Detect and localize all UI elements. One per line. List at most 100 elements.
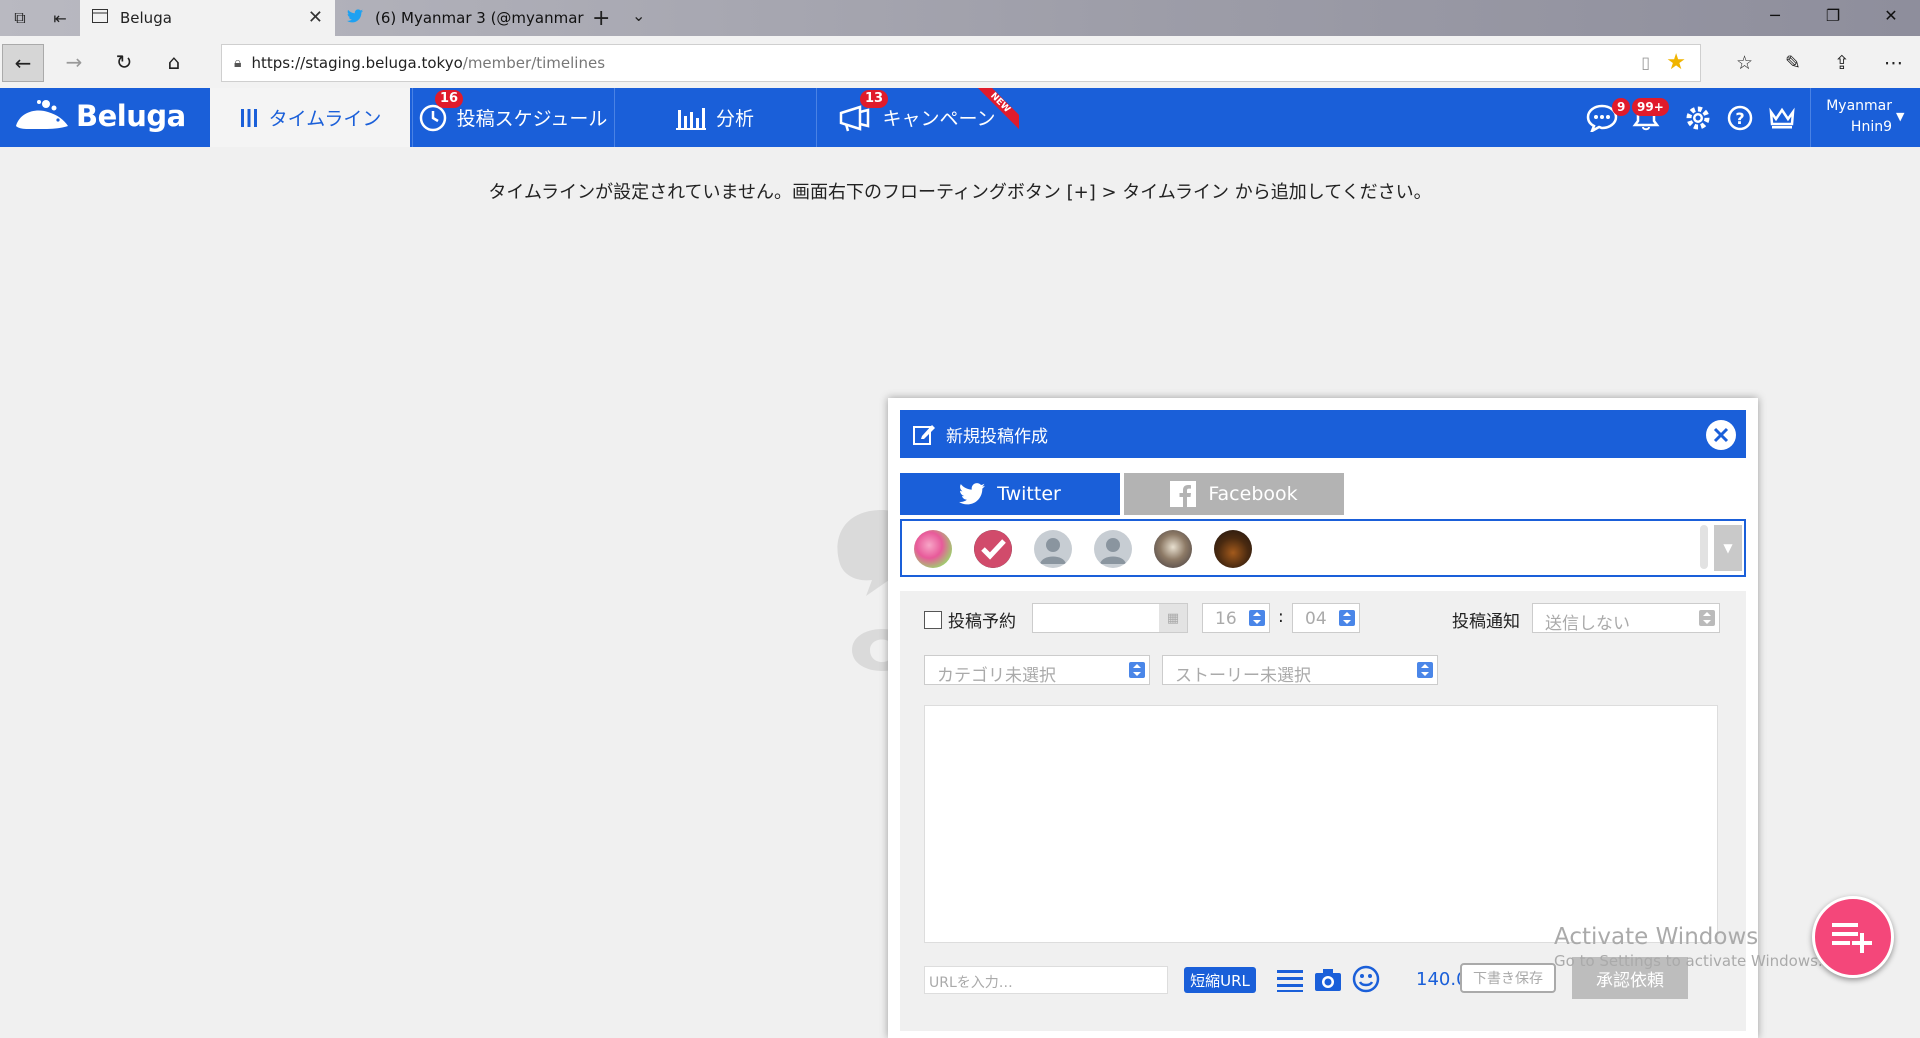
schedule-badge: 16 [435, 90, 464, 108]
account-selector[interactable]: ▼ [900, 519, 1746, 577]
nav-analytics-label: 分析 [715, 108, 754, 130]
more-icon[interactable]: ⋯ [1884, 52, 1903, 74]
post-body-textarea[interactable] [924, 705, 1718, 943]
notify-label: 投稿通知 [1452, 612, 1520, 632]
gear-icon[interactable] [1684, 104, 1712, 132]
share-icon[interactable]: ⇪ [1834, 52, 1850, 74]
nav-timeline[interactable]: タイムライン [210, 88, 410, 147]
url-path: /member/timelines [462, 54, 606, 72]
category-select[interactable]: カテゴリ未選択 [924, 655, 1150, 686]
refresh-icon[interactable]: ↻ [104, 44, 144, 80]
avatar[interactable] [1214, 530, 1252, 568]
beluga-whale-icon [16, 100, 68, 129]
reading-view-icon[interactable]: ▯ [1641, 53, 1650, 72]
tab-title: Beluga [120, 9, 172, 27]
nav-analytics[interactable]: 分析 [615, 88, 815, 147]
twitter-icon [959, 483, 986, 505]
hour-value: 16 [1215, 609, 1237, 629]
story-placeholder: ストーリー未選択 [1175, 666, 1311, 686]
twitter-icon [347, 9, 363, 27]
caret-down-icon[interactable]: ▼ [1896, 110, 1904, 123]
close-tab-icon[interactable]: ✕ [308, 7, 323, 28]
user-name: Myanmar [1826, 98, 1892, 114]
address-bar[interactable]: 🔒︎ https://staging.beluga.tokyo/member/t… [221, 44, 1701, 82]
browser-tab-beluga[interactable]: Beluga ✕ [80, 0, 335, 36]
chevron-down-icon[interactable]: ⌄ [632, 6, 645, 25]
activate-title: Activate Windows [1554, 924, 1759, 950]
favorite-star-icon[interactable]: ★ [1666, 50, 1686, 75]
category-placeholder: カテゴリ未選択 [937, 666, 1056, 686]
new-tab-icon[interactable]: + [592, 6, 610, 31]
spinner-icon [1129, 662, 1145, 678]
activate-subtitle: Go to Settings to activate Windows. [1554, 952, 1823, 970]
notifications-badge: 99+ [1632, 98, 1669, 116]
avatar[interactable] [1154, 530, 1192, 568]
avatar[interactable] [1034, 530, 1072, 568]
tab-title: (6) Myanmar 3 (@myanmar [375, 9, 584, 27]
user-menu[interactable]: Myanmar Hnin9 [1808, 96, 1892, 138]
new-ribbon-text: NEW [971, 88, 1019, 132]
shorten-url-button[interactable]: 短縮URL [1184, 967, 1256, 993]
close-modal-button[interactable] [1706, 420, 1736, 450]
url-placeholder: URLを入力… [929, 975, 1013, 991]
help-icon[interactable]: ? [1726, 104, 1754, 132]
user-id: Hnin9 [1850, 119, 1892, 135]
default-user-icon [1040, 538, 1066, 564]
avatar[interactable] [914, 530, 952, 568]
minimize-icon[interactable]: ─ [1760, 6, 1790, 25]
avatar[interactable] [1094, 530, 1132, 568]
floating-add-button[interactable] [1812, 896, 1894, 978]
browser-tab-twitter[interactable]: (6) Myanmar 3 (@myanmar [335, 0, 585, 36]
empty-timeline-notice: タイムラインが設定されていません。画面右下のフローティングボタン [+] > タ… [488, 182, 1432, 203]
date-input[interactable]: ▦ [1032, 603, 1188, 633]
tab-facebook[interactable]: Facebook [1124, 473, 1344, 515]
notify-select[interactable]: 送信しない [1532, 603, 1720, 634]
browser-toolbar: ← → ↻ ⌂ 🔒︎ https://staging.beluga.tokyo/… [0, 36, 1920, 89]
url-input[interactable]: URLを入力… [924, 966, 1168, 994]
home-icon[interactable]: ⌂ [154, 44, 194, 80]
restore-icon[interactable]: ❐ [1818, 6, 1848, 25]
messages-badge: 9 [1612, 98, 1631, 116]
calendar-icon[interactable]: ▦ [1159, 604, 1187, 632]
emoji-icon[interactable] [1352, 965, 1380, 993]
set-tabs-aside-icon[interactable]: ⇤ [42, 5, 78, 31]
bar-chart-icon [675, 107, 706, 130]
account-dropdown-toggle[interactable]: ▼ [1714, 525, 1742, 571]
app-header: Beluga タイムライン 投稿スケジュール 16 分析 キャンペーン 13 9… [0, 88, 1920, 147]
tab-actions-icon[interactable]: ⧉ [2, 5, 38, 31]
modal-title: 新規投稿作成 [946, 426, 1048, 447]
nav-timeline-label: タイムライン [268, 108, 382, 130]
crown-icon[interactable] [1768, 106, 1796, 130]
spinner-icon [1417, 662, 1433, 678]
schedule-label: 投稿予約 [948, 612, 1016, 632]
check-icon [974, 530, 1012, 568]
avatar[interactable] [974, 530, 1012, 568]
lock-icon: 🔒︎ [234, 55, 242, 71]
favorites-icon[interactable]: ☆ [1736, 52, 1753, 74]
tab-facebook-label: Facebook [1208, 483, 1298, 505]
notes-pen-icon[interactable]: ✎ [1785, 52, 1801, 74]
close-icon [1713, 427, 1729, 443]
save-draft-button[interactable]: 下書き保存 [1460, 963, 1556, 993]
beluga-logo[interactable]: Beluga [14, 98, 186, 134]
tab-twitter-label: Twitter [997, 483, 1061, 505]
story-select[interactable]: ストーリー未選択 [1162, 655, 1438, 686]
url-host: https://staging.beluga.tokyo [251, 54, 463, 72]
minute-select[interactable]: 04 [1292, 603, 1360, 633]
account-scrollbar[interactable] [1700, 525, 1708, 569]
notify-value: 送信しない [1545, 614, 1630, 634]
camera-icon[interactable] [1314, 967, 1342, 993]
list-icon[interactable] [1276, 967, 1304, 993]
activate-windows-watermark: Activate Windows Go to Settings to activ… [1554, 924, 1823, 970]
spinner-icon [1339, 610, 1355, 626]
hour-select[interactable]: 16 [1202, 603, 1270, 633]
campaign-badge: 13 [860, 90, 889, 108]
forward-button[interactable]: → [54, 44, 94, 80]
page-icon [92, 9, 108, 27]
browser-tab-strip: ⧉ ⇤ Beluga ✕ (6) Myanmar 3 (@myanmar + ⌄… [0, 0, 1920, 36]
schedule-checkbox[interactable] [924, 611, 942, 629]
time-separator: : [1278, 607, 1284, 627]
close-window-icon[interactable]: ✕ [1876, 6, 1906, 25]
back-button[interactable]: ← [2, 44, 44, 82]
tab-twitter[interactable]: Twitter [900, 473, 1120, 515]
